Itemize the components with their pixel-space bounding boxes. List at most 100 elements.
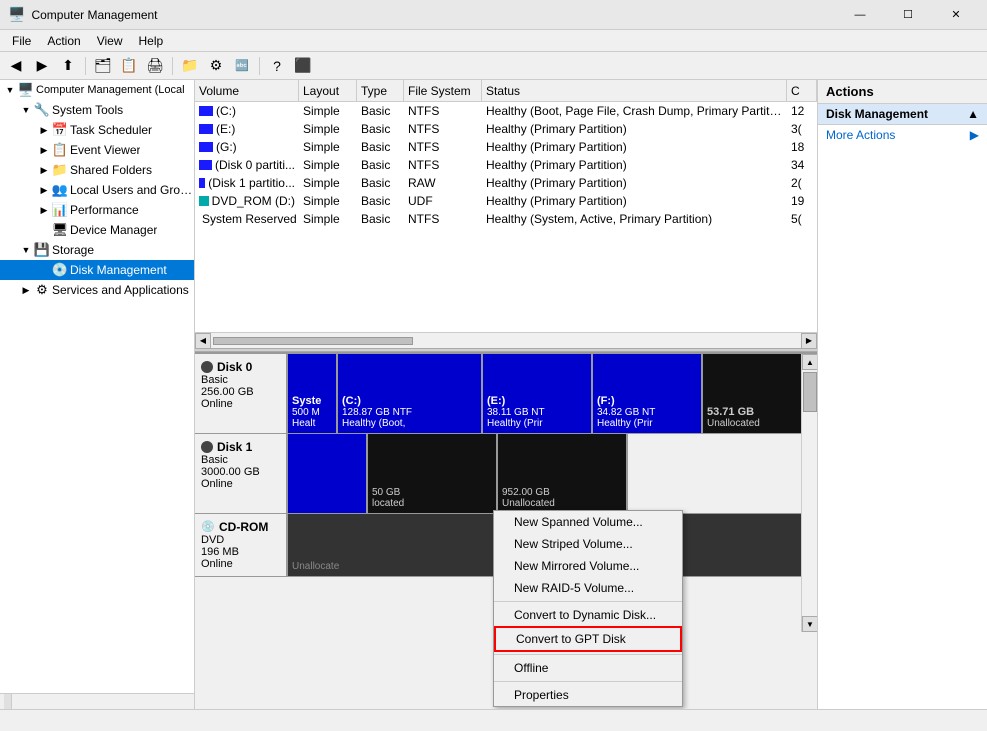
hscroll-right[interactable]: ▶ xyxy=(801,333,817,349)
help-button[interactable]: ? xyxy=(265,55,289,77)
table-header: Volume Layout Type File System Status C xyxy=(195,80,817,102)
disk-0-part-unalloc[interactable]: 53.71 GB Unallocated xyxy=(703,354,803,433)
cell-layout-dvd: Simple xyxy=(299,194,357,208)
minimize-button[interactable]: — xyxy=(837,0,883,30)
menu-help[interactable]: Help xyxy=(131,32,172,50)
e-label: (E:) xyxy=(487,395,587,407)
cell-fs-d1: RAW xyxy=(404,176,482,190)
close-button[interactable]: ✕ xyxy=(933,0,979,30)
app-icon: 🖥️ xyxy=(8,6,25,23)
disk-1-status: Online xyxy=(201,478,280,490)
vscroll-up[interactable]: ▲ xyxy=(802,354,817,370)
disk-1-partitions: 50 GB located 952.00 GB Unallocated xyxy=(288,434,817,513)
extra-button[interactable]: ⬛ xyxy=(291,55,315,77)
cell-type-g: Basic xyxy=(357,140,404,154)
tree-event-viewer[interactable]: ▶ 📋 Event Viewer xyxy=(0,140,194,160)
col-cap[interactable]: C xyxy=(787,80,817,101)
context-menu-convert-gpt[interactable]: Convert to GPT Disk xyxy=(494,626,682,652)
col-status[interactable]: Status xyxy=(482,80,787,101)
tree-local-users[interactable]: ▶ 👥 Local Users and Groups xyxy=(0,180,194,200)
tree-system-tools[interactable]: ▼ 🔧 System Tools xyxy=(0,100,194,120)
tree-performance[interactable]: ▶ 📊 Performance xyxy=(0,200,194,220)
tree-disk-management[interactable]: 💿 Disk Management xyxy=(0,260,194,280)
hscroll-left[interactable]: ◀ xyxy=(195,333,211,349)
print-button[interactable]: 🖨 xyxy=(143,55,167,77)
disk-1-part-2[interactable]: 50 GB located xyxy=(368,434,498,513)
vscroll-thumb[interactable] xyxy=(803,372,817,412)
disk1-p3-status: Unallocated xyxy=(502,498,622,509)
col-filesystem[interactable]: File System xyxy=(404,80,482,101)
context-menu-convert-dynamic[interactable]: Convert to Dynamic Disk... xyxy=(494,604,682,626)
tree-disk-management-label: Disk Management xyxy=(68,263,167,277)
actions-panel: Actions Disk Management ▲ More Actions ▶ xyxy=(817,80,987,709)
disk-1-part-1[interactable] xyxy=(288,434,368,513)
horizontal-scrollbar[interactable]: ◀ ▶ xyxy=(195,332,817,348)
table-row[interactable]: (C:) Simple Basic NTFS Healthy (Boot, Pa… xyxy=(195,102,817,120)
maximize-button[interactable]: ☐ xyxy=(885,0,931,30)
tree-task-scheduler[interactable]: ▶ 📅 Task Scheduler xyxy=(0,120,194,140)
action-group-disk-management[interactable]: Disk Management ▲ xyxy=(818,104,987,125)
unalloc-label: Unallocated xyxy=(707,418,797,429)
disk-1-row: Disk 1 Basic 3000.00 GB Online 50 GB loc… xyxy=(195,434,817,514)
e-size: 38.11 GB NT xyxy=(487,407,587,418)
menu-file[interactable]: File xyxy=(4,32,39,50)
disk-0-icon xyxy=(201,361,213,373)
cell-cap-d1: 2( xyxy=(787,176,817,190)
disk-color-g xyxy=(199,142,213,152)
context-menu-properties[interactable]: Properties xyxy=(494,684,682,706)
table-row[interactable]: (E:) Simple Basic NTFS Healthy (Primary … xyxy=(195,120,817,138)
table-row[interactable]: (Disk 0 partiti... Simple Basic NTFS Hea… xyxy=(195,156,817,174)
folder-button[interactable]: 🗂 xyxy=(91,55,115,77)
text-button[interactable]: 🔤 xyxy=(230,55,254,77)
col-type[interactable]: Type xyxy=(357,80,404,101)
root-icon: 🖥️ xyxy=(18,82,34,98)
vscroll-down[interactable]: ▼ xyxy=(802,616,817,632)
disk-0-row: Disk 0 Basic 256.00 GB Online Syste 500 … xyxy=(195,354,817,434)
title-bar: 🖥️ Computer Management — ☐ ✕ xyxy=(0,0,987,30)
disk-0-part-syste[interactable]: Syste 500 M Healt xyxy=(288,354,338,433)
context-menu-offline[interactable]: Offline xyxy=(494,657,682,679)
forward-button[interactable]: ▶ xyxy=(30,55,54,77)
table-row[interactable]: (G:) Simple Basic NTFS Healthy (Primary … xyxy=(195,138,817,156)
disk-1-part-3[interactable]: 952.00 GB Unallocated xyxy=(498,434,628,513)
panel-resizer[interactable] xyxy=(4,694,12,709)
menu-view[interactable]: View xyxy=(89,32,131,50)
menu-action[interactable]: Action xyxy=(39,32,88,50)
disk-0-part-c[interactable]: (C:) 128.87 GB NTF Healthy (Boot, xyxy=(338,354,483,433)
vscroll-track[interactable] xyxy=(802,370,817,616)
action-group-collapse-icon: ▲ xyxy=(967,107,979,121)
context-menu-new-striped[interactable]: New Striped Volume... xyxy=(494,533,682,555)
col-volume[interactable]: Volume xyxy=(195,80,299,101)
col-layout[interactable]: Layout xyxy=(299,80,357,101)
disk-color-e xyxy=(199,124,213,134)
table-row[interactable]: (Disk 1 partitio... Simple Basic RAW Hea… xyxy=(195,174,817,192)
clipboard-button[interactable]: 📋 xyxy=(117,55,141,77)
tree-shared-folders[interactable]: ▶ 📁 Shared Folders xyxy=(0,160,194,180)
table-row[interactable]: System Reserved Simple Basic NTFS Health… xyxy=(195,210,817,228)
hscroll-track[interactable] xyxy=(211,337,801,345)
context-menu-new-spanned[interactable]: New Spanned Volume... xyxy=(494,511,682,533)
context-menu-new-mirrored[interactable]: New Mirrored Volume... xyxy=(494,555,682,577)
disk-1-size: 3000.00 GB xyxy=(201,466,280,478)
tree-device-manager[interactable]: 🖥 Device Manager xyxy=(0,220,194,240)
f-label: (F:) xyxy=(597,395,697,407)
cell-fs-e: NTFS xyxy=(404,122,482,136)
hscroll-thumb[interactable] xyxy=(213,337,413,345)
title-bar-left: 🖥️ Computer Management xyxy=(8,6,158,23)
action-more-actions[interactable]: More Actions ▶ xyxy=(818,125,987,145)
tree-services-applications[interactable]: ▶ ⚙ Services and Applications xyxy=(0,280,194,300)
performance-expand-icon: ▶ xyxy=(36,202,52,218)
tree-root[interactable]: ▼ 🖥️ Computer Management (Local xyxy=(0,80,194,100)
tree-storage[interactable]: ▼ 💾 Storage xyxy=(0,240,194,260)
context-menu-new-raid5[interactable]: New RAID-5 Volume... xyxy=(494,577,682,599)
window-title: Computer Management xyxy=(31,8,157,22)
back-button[interactable]: ◀ xyxy=(4,55,28,77)
settings-button[interactable]: ⚙ xyxy=(204,55,228,77)
properties-button[interactable]: 📁 xyxy=(178,55,202,77)
table-row[interactable]: DVD_ROM (D:) Simple Basic UDF Healthy (P… xyxy=(195,192,817,210)
disk-0-part-f[interactable]: (F:) 34.82 GB NT Healthy (Prir xyxy=(593,354,703,433)
up-button[interactable]: ⬆ xyxy=(56,55,80,77)
toolbar-separator-2 xyxy=(172,57,173,75)
disk-0-part-e[interactable]: (E:) 38.11 GB NT Healthy (Prir xyxy=(483,354,593,433)
toolbar-separator-1 xyxy=(85,57,86,75)
